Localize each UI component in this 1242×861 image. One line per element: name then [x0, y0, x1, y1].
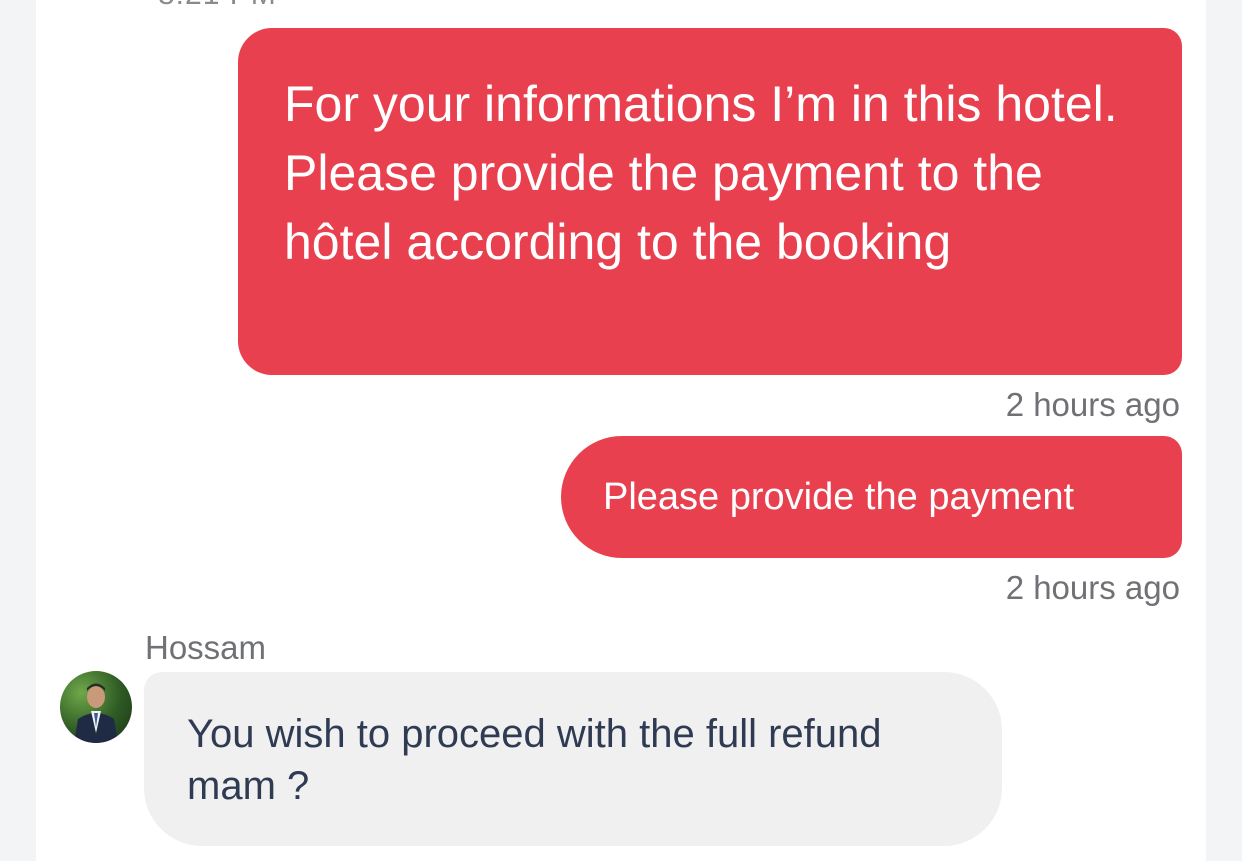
- avatar-photo-icon: [74, 683, 118, 743]
- message-timestamp: 2 hours ago: [1005, 569, 1180, 606]
- message-timestamp: 2 hours ago: [1005, 386, 1180, 423]
- outgoing-message-bubble[interactable]: Please provide the payment: [561, 436, 1182, 558]
- message-text: For your informations I’m in this hotel.…: [284, 76, 1118, 270]
- outgoing-message-bubble[interactable]: For your informations I’m in this hotel.…: [238, 28, 1182, 375]
- sender-name: Hossam: [145, 629, 267, 666]
- message-text: You wish to proceed with the full refund…: [187, 712, 882, 808]
- incoming-message-bubble[interactable]: You wish to proceed with the full refund…: [144, 672, 1002, 846]
- message-text: Please provide the payment: [603, 476, 1075, 518]
- chat-panel: 8:21 PM For your informations I’m in thi…: [36, 0, 1206, 861]
- time-header: 8:21 PM: [158, 0, 277, 12]
- avatar[interactable]: [60, 671, 132, 743]
